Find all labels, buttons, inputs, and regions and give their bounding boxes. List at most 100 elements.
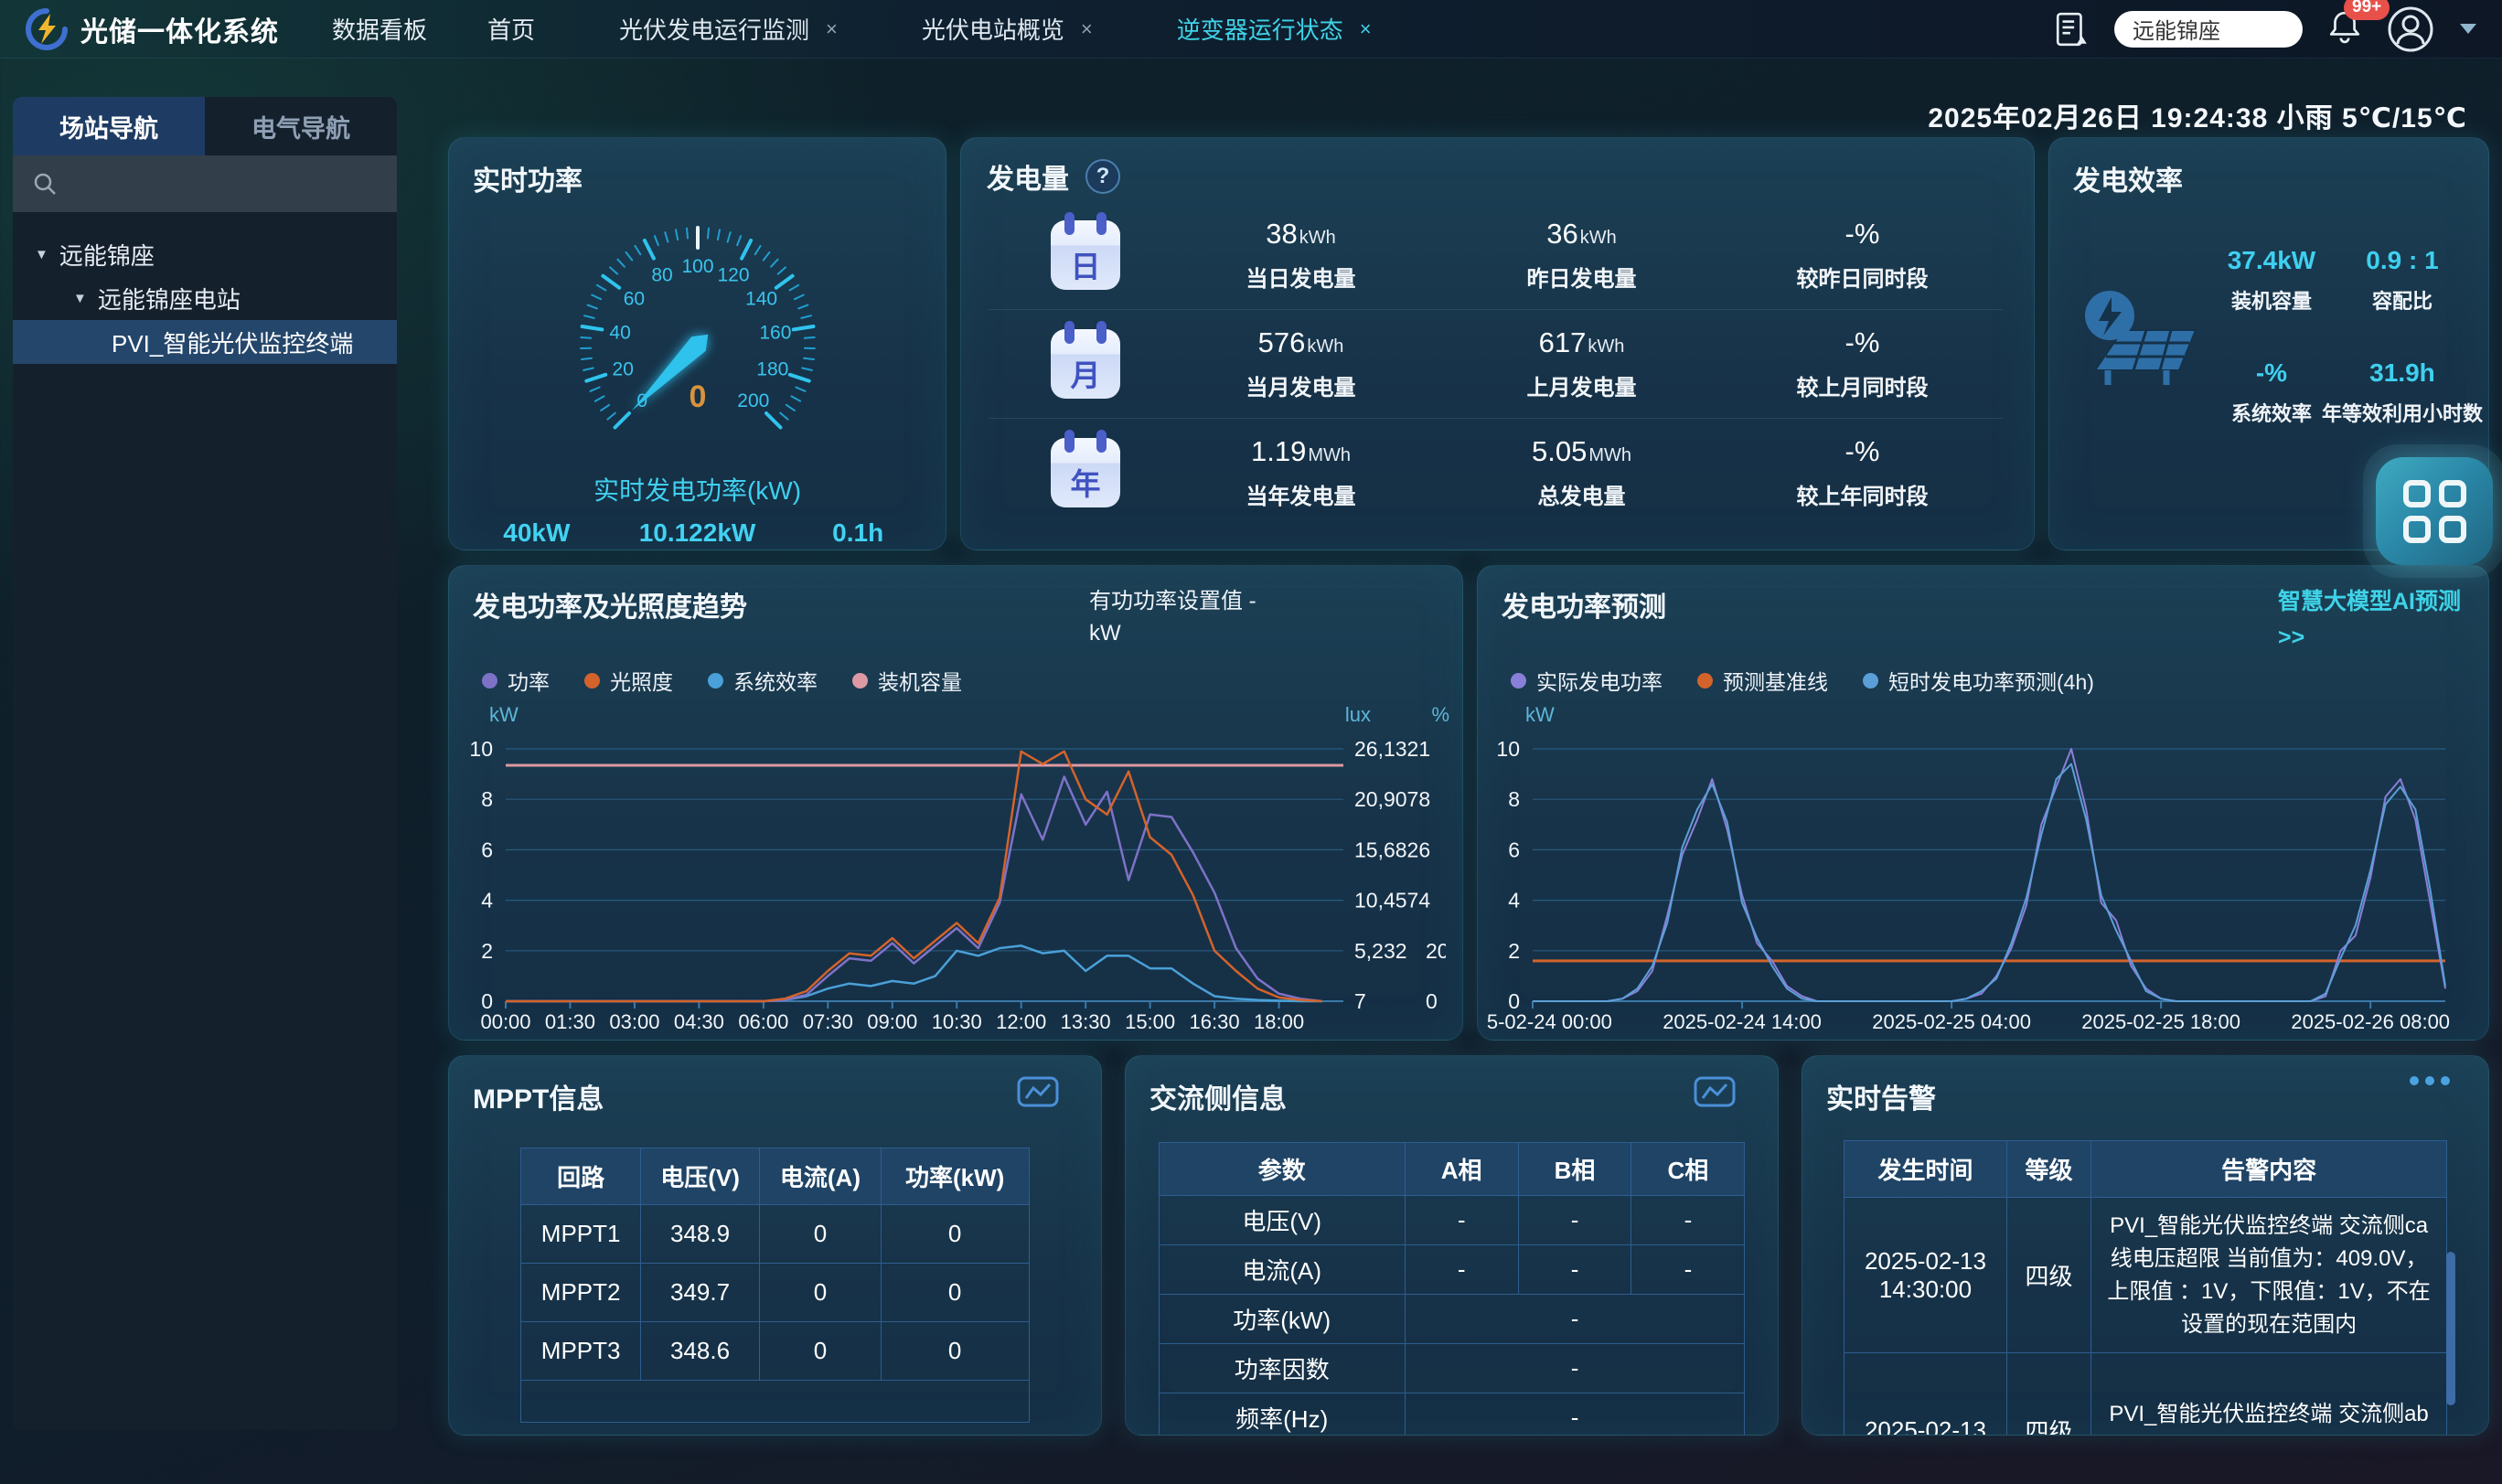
svg-text:4: 4	[1508, 889, 1520, 913]
column-header: 等级	[2006, 1141, 2090, 1198]
sidebar-tab[interactable]: 电气导航	[205, 97, 397, 155]
site-search	[2114, 11, 2303, 48]
notifications[interactable]: 99+	[2328, 9, 2361, 48]
table-cell: 电流(A)	[1159, 1245, 1405, 1295]
svg-text:18:00: 18:00	[1254, 1010, 1304, 1033]
svg-text:09:00: 09:00	[867, 1010, 917, 1033]
alarm-card: 实时告警 发生时间等级告警内容2025-02-13 14:30:00四级PVI_…	[1802, 1055, 2489, 1436]
table-cell: 0	[881, 1264, 1029, 1322]
table-cell: -	[1518, 1245, 1631, 1295]
nav-menu-item[interactable]: 数据看板	[332, 12, 427, 46]
svg-text:160: 160	[759, 323, 791, 344]
tab-close-icon[interactable]: ×	[1360, 17, 1372, 41]
table-row	[521, 1381, 1029, 1423]
legend-item[interactable]: 系统效率	[708, 665, 818, 696]
table-cell: MPPT2	[521, 1264, 640, 1322]
tree-node[interactable]: ▼远能锦座	[13, 232, 397, 276]
panel-title: 发电功率预测	[1502, 584, 1666, 625]
legend-item[interactable]: 功率	[482, 665, 550, 696]
tab-close-icon[interactable]: ×	[1081, 17, 1093, 41]
sidebar-search[interactable]	[13, 155, 397, 212]
quick-menu-button[interactable]	[2376, 457, 2493, 565]
column-header: 电流(A)	[760, 1148, 881, 1205]
nav-tab[interactable]: 逆变器运行状态×	[1177, 12, 1372, 46]
avatar-icon[interactable]	[2387, 5, 2434, 53]
table-cell: 功率因数	[1159, 1344, 1405, 1393]
tree-caret-icon: ▼	[35, 247, 48, 262]
svg-text:06:00: 06:00	[738, 1010, 788, 1033]
table-row: MPPT1348.900	[521, 1205, 1029, 1264]
svg-text:40: 40	[609, 323, 630, 344]
nav-menu-item[interactable]: 首页	[487, 12, 535, 46]
svg-text:8: 8	[1508, 787, 1520, 811]
legend-item[interactable]: 实际发电功率	[1511, 665, 1663, 696]
search-icon	[33, 172, 57, 196]
table-row: 功率因数-	[1159, 1344, 1745, 1393]
alarm-row: 2025-02-13 14:30:00四级PVI_智能光伏监控终端 交流侧ca线…	[1844, 1198, 2447, 1353]
trend-chart: 024681026,132120,907815,682610,45745,232…	[458, 731, 1446, 1038]
efficiency-stat: -%系统效率	[2221, 358, 2322, 427]
calendar-icon: 日	[1051, 220, 1120, 290]
forecast-chart: 02468102025-02-24 00:002025-02-24 14:002…	[1487, 731, 2473, 1038]
more-options-icon[interactable]	[2410, 1076, 2450, 1085]
report-icon[interactable]	[2056, 11, 2089, 48]
table-cell: -	[1405, 1344, 1745, 1393]
alarm-table: 发生时间等级告警内容2025-02-13 14:30:00四级PVI_智能光伏监…	[1844, 1140, 2447, 1436]
sidebar-tab[interactable]: 场站导航	[13, 97, 205, 155]
tree-node[interactable]: PVI_智能光伏监控终端	[13, 320, 397, 364]
column-header: B相	[1518, 1143, 1631, 1196]
nav-tab[interactable]: 光伏发电运行监测×	[619, 12, 838, 46]
solar-panel-icon	[2069, 283, 2207, 390]
nav-tab[interactable]: 光伏电站概览×	[922, 12, 1093, 46]
table-cell: 0	[760, 1205, 881, 1264]
site-search-input[interactable]	[2131, 16, 2286, 43]
mppt-card: MPPT信息 回路电压(V)电流(A)功率(kW)MPPT1348.900MPP…	[448, 1055, 1102, 1436]
legend-item[interactable]: 装机容量	[852, 665, 962, 696]
mppt-table: 回路电压(V)电流(A)功率(kW)MPPT1348.900MPPT2349.7…	[520, 1148, 1029, 1423]
svg-text:7: 7	[1354, 989, 1366, 1013]
gauge-unit-label: 实时发电功率(kW)	[449, 471, 946, 507]
legend-item[interactable]: 短时发电功率预测(4h)	[1863, 665, 2094, 696]
dashboard-root: 光储一体化系统 数据看板首页 光伏发电运行监测×光伏电站概览×逆变器运行状态× …	[0, 0, 2502, 1484]
tab-close-icon[interactable]: ×	[826, 17, 838, 41]
ac-table: 参数A相B相C相电压(V)---电流(A)---功率(kW)-功率因数-频率(H…	[1159, 1142, 1746, 1436]
table-cell: -	[1405, 1393, 1745, 1436]
table-row: 频率(Hz)-	[1159, 1393, 1745, 1436]
tree-node[interactable]: ▼远能锦座电站	[13, 276, 397, 320]
ai-forecast-link[interactable]: 智慧大模型AI预测 >>	[2278, 584, 2461, 656]
user-menu-caret-icon[interactable]	[2460, 24, 2476, 34]
energy-stat: 36kWh昨日发电量	[1441, 218, 1722, 293]
energy-stat: 1.19MWh当年发电量	[1160, 435, 1441, 510]
alarm-time: 2025-02-13	[1844, 1353, 2007, 1436]
gauge-stat: 40kW额定输出功率	[456, 518, 617, 550]
energy-row: 日38kWh当日发电量36kWh昨日发电量-%较昨日同时段	[989, 200, 2003, 309]
svg-text:60: 60	[623, 289, 644, 310]
table-cell: 348.9	[640, 1205, 759, 1264]
column-header: A相	[1405, 1143, 1518, 1196]
svg-text:0: 0	[1426, 989, 1438, 1013]
svg-text:07:30: 07:30	[803, 1010, 853, 1033]
calendar-icon: 月	[1051, 329, 1120, 399]
nav-right: 99+	[2056, 5, 2476, 53]
alarm-row: 2025-02-13四级PVI_智能光伏监控终端 交流侧ab线电压超限 当前值为…	[1844, 1353, 2447, 1436]
svg-text:10: 10	[1496, 737, 1520, 761]
svg-text:120: 120	[717, 264, 749, 285]
alarm-scrollbar[interactable]	[2446, 1252, 2455, 1405]
legend-item[interactable]: 光照度	[584, 665, 673, 696]
y-axis-unit: kW	[489, 703, 519, 727]
tree-caret-icon: ▼	[73, 291, 87, 306]
svg-text:10:30: 10:30	[932, 1010, 982, 1033]
svg-text:16:30: 16:30	[1190, 1010, 1240, 1033]
line-chart-icon[interactable]	[1017, 1076, 1059, 1111]
legend-item[interactable]: 预测基准线	[1697, 665, 1828, 696]
svg-text:140: 140	[745, 289, 777, 310]
table-cell	[521, 1381, 1029, 1423]
energy-stat: 617kWh上月发电量	[1441, 326, 1722, 401]
table-row: MPPT3348.600	[521, 1322, 1029, 1381]
column-header: 回路	[521, 1148, 640, 1205]
line-chart-icon[interactable]	[1694, 1076, 1736, 1111]
table-cell: MPPT1	[521, 1205, 640, 1264]
efficiency-stat: 37.4kW装机容量	[2221, 246, 2322, 315]
trend-legend: 功率 光照度 系统效率 装机容量	[482, 665, 962, 696]
help-icon[interactable]: ?	[1085, 159, 1120, 194]
